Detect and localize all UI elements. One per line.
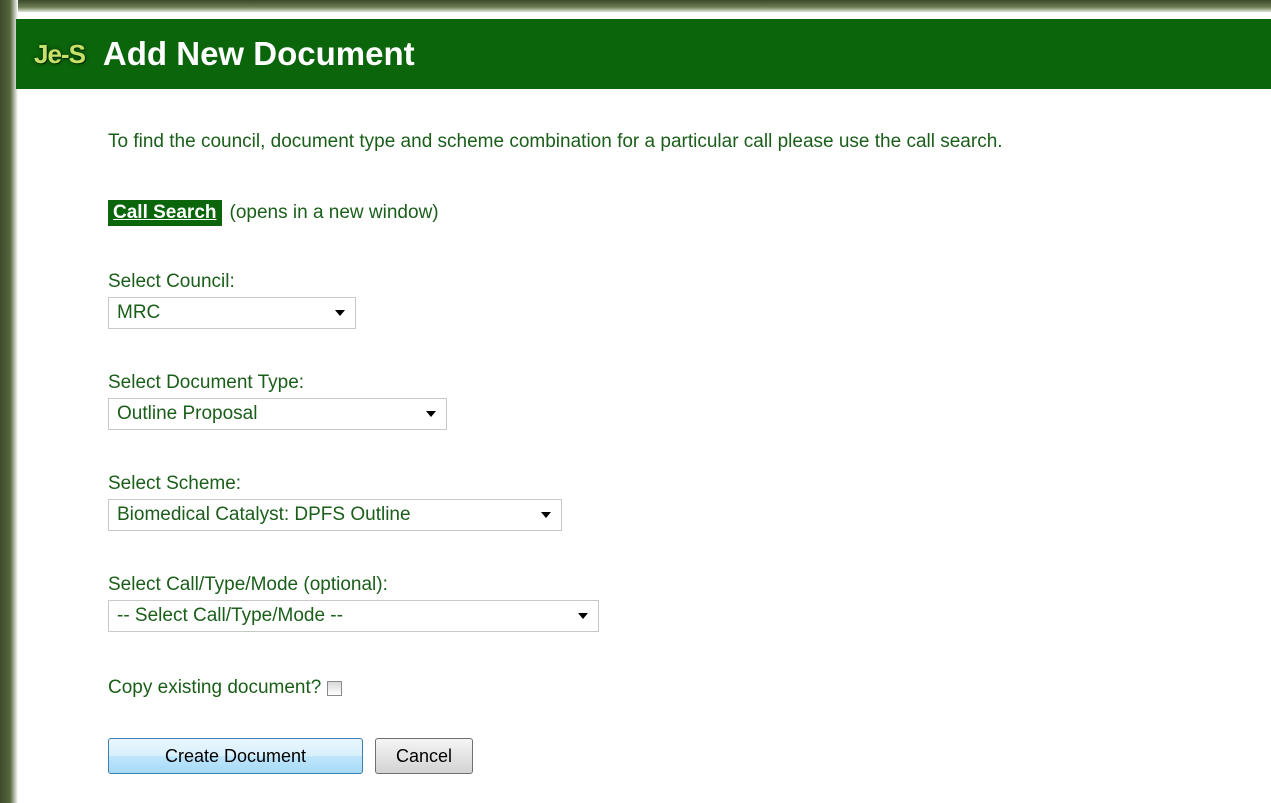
council-select[interactable]: MRC xyxy=(108,297,356,329)
chevron-down-icon xyxy=(426,411,436,417)
create-document-button[interactable]: Create Document xyxy=(108,738,363,774)
chevron-down-icon xyxy=(541,512,551,518)
call-type-mode-select-value: -- Select Call/Type/Mode -- xyxy=(117,605,343,626)
council-label: Select Council: xyxy=(108,271,235,292)
document-type-select-value: Outline Proposal xyxy=(117,403,258,424)
copy-existing-label: Copy existing document? xyxy=(108,677,322,698)
chevron-down-icon xyxy=(335,310,345,316)
copy-existing-row: Copy existing document? xyxy=(108,677,343,699)
document-type-select[interactable]: Outline Proposal xyxy=(108,398,447,430)
call-type-mode-label: Select Call/Type/Mode (optional): xyxy=(108,574,388,595)
cancel-button[interactable]: Cancel xyxy=(375,738,473,774)
call-search-link[interactable]: Call Search xyxy=(108,200,222,226)
page-header: Je-S Add New Document xyxy=(16,19,1271,89)
intro-text: To find the council, document type and s… xyxy=(108,131,1003,152)
document-type-label: Select Document Type: xyxy=(108,372,305,393)
call-search-row: Call Search (opens in a new window) xyxy=(108,200,439,226)
chevron-down-icon xyxy=(578,613,588,619)
call-search-note: (opens in a new window) xyxy=(229,202,439,223)
je-s-logo: Je-S xyxy=(34,38,86,69)
council-select-value: MRC xyxy=(117,302,161,323)
copy-existing-checkbox[interactable] xyxy=(327,680,343,696)
scheme-select-value: Biomedical Catalyst: DPFS Outline xyxy=(117,504,411,525)
window-frame-left xyxy=(0,0,18,803)
call-type-mode-select[interactable]: -- Select Call/Type/Mode -- xyxy=(108,600,599,632)
page-title: Add New Document xyxy=(102,35,415,72)
scheme-select[interactable]: Biomedical Catalyst: DPFS Outline xyxy=(108,499,562,531)
scheme-label: Select Scheme: xyxy=(108,473,242,494)
window-frame-top xyxy=(0,0,1271,12)
